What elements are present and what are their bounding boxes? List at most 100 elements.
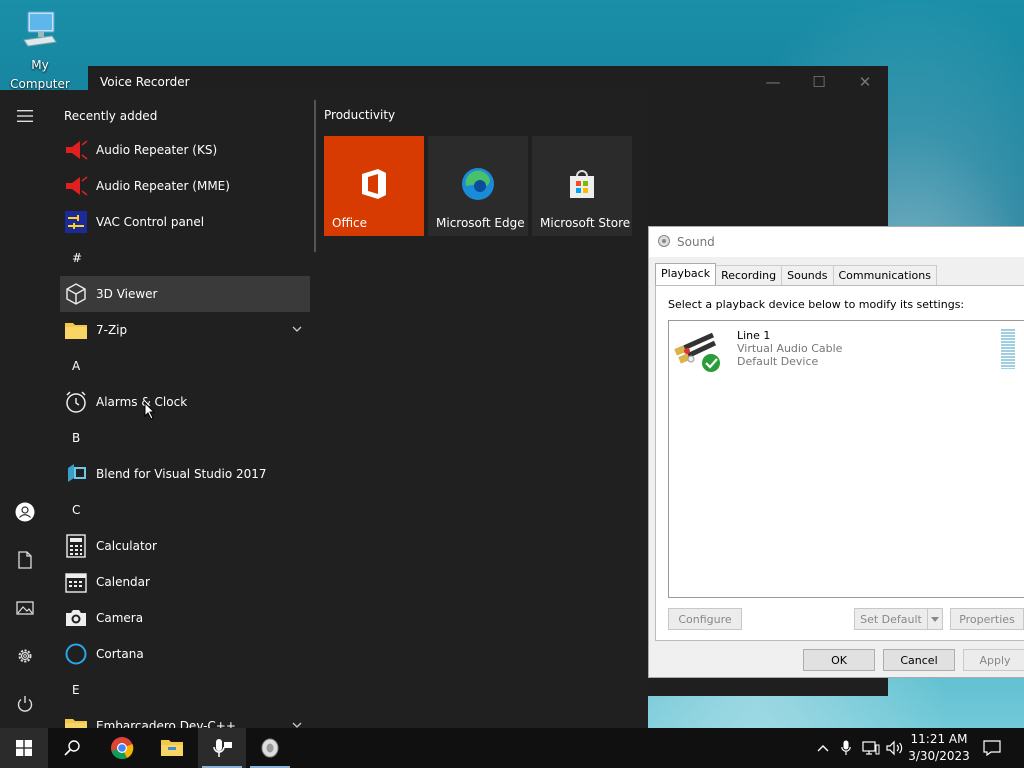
app-blend-visual-studio[interactable]: Blend for Visual Studio 2017 xyxy=(60,456,310,492)
camera-icon xyxy=(64,606,88,630)
taskbar-clock[interactable]: 11:21 AM 3/30/2023 xyxy=(900,731,978,765)
app-camera[interactable]: Camera xyxy=(60,600,310,636)
minimize-button[interactable]: — xyxy=(750,66,796,98)
app-label: Alarms & Clock xyxy=(96,395,188,409)
app-vac-control-panel[interactable]: VAC Control panel xyxy=(60,204,310,240)
set-default-dropdown[interactable] xyxy=(927,608,943,630)
app-3d-viewer[interactable]: 3D Viewer xyxy=(60,276,310,312)
cancel-button[interactable]: Cancel xyxy=(883,649,955,671)
power-button[interactable] xyxy=(0,684,50,724)
settings-button[interactable] xyxy=(0,636,50,676)
tile-label: Microsoft Store xyxy=(540,216,631,230)
tab-playback[interactable]: Playback xyxy=(655,263,717,285)
user-icon xyxy=(15,502,35,522)
pictures-button[interactable] xyxy=(0,588,50,628)
folder-icon xyxy=(64,714,88,728)
taskbar-chrome[interactable] xyxy=(98,728,146,768)
sound-tabs: Playback Recording Sounds Communications xyxy=(655,263,937,287)
clock-date: 3/30/2023 xyxy=(908,749,970,763)
desktop-icon-my-computer[interactable]: My Computer xyxy=(0,6,80,92)
calculator-icon xyxy=(64,534,88,558)
app-audio-repeater-mme[interactable]: Audio Repeater (MME) xyxy=(60,168,310,204)
audio-cable-icon xyxy=(673,329,725,375)
sound-dialog[interactable]: Sound Playback Recording Sounds Communic… xyxy=(648,226,1024,678)
taskbar: 11:21 AM 3/30/2023 xyxy=(0,728,1024,768)
picture-icon xyxy=(16,601,34,615)
tiles-group-title[interactable]: Productivity xyxy=(324,108,395,122)
speaker-red-icon xyxy=(64,138,88,162)
close-button[interactable]: ✕ xyxy=(842,66,888,98)
tile-label: Microsoft Edge xyxy=(436,216,525,230)
hamburger-menu-button[interactable] xyxy=(0,96,50,136)
action-center-button[interactable] xyxy=(978,728,1006,768)
office-icon xyxy=(356,166,392,202)
chevron-down-icon[interactable] xyxy=(292,322,302,335)
taskbar-voice-recorder[interactable] xyxy=(198,728,246,768)
device-name: Line 1 xyxy=(737,329,771,342)
device-driver: Virtual Audio Cable xyxy=(737,342,843,355)
app-7zip[interactable]: 7-Zip xyxy=(60,312,310,348)
alarm-clock-icon xyxy=(64,390,88,414)
app-calculator[interactable]: Calculator xyxy=(60,528,310,564)
cube-icon xyxy=(64,282,88,306)
properties-button[interactable]: Properties xyxy=(950,608,1024,630)
maximize-button[interactable]: ☐ xyxy=(796,66,842,98)
taskbar-sound[interactable] xyxy=(246,728,294,768)
vac-panel-icon xyxy=(64,210,88,234)
windows-logo-icon xyxy=(16,740,32,756)
sound-app-icon xyxy=(657,234,671,251)
app-embarcadero-dev-cpp[interactable]: Embarcadero Dev-C++ xyxy=(60,708,310,728)
set-default-button[interactable]: Set Default xyxy=(854,608,928,630)
notification-icon xyxy=(983,740,1001,756)
app-label: Audio Repeater (MME) xyxy=(96,179,230,193)
taskbar-file-explorer[interactable] xyxy=(148,728,196,768)
sound-settings-icon xyxy=(261,738,279,758)
tile-microsoft-store[interactable]: Microsoft Store xyxy=(532,136,632,236)
tray-network[interactable] xyxy=(860,728,882,768)
tab-communications[interactable]: Communications xyxy=(832,265,937,287)
app-list[interactable]: Recently added Audio Repeater (KS) Audio… xyxy=(60,90,310,728)
store-bag-icon xyxy=(564,166,600,202)
tile-office[interactable]: Office xyxy=(324,136,424,236)
dialog-title: Sound xyxy=(677,235,715,249)
group-letter-hash[interactable]: # xyxy=(60,240,310,276)
start-menu: Recently added Audio Repeater (KS) Audio… xyxy=(0,90,648,728)
show-hidden-icons-button[interactable] xyxy=(812,728,834,768)
group-letter-c[interactable]: C xyxy=(60,492,310,528)
group-letter-b[interactable]: B xyxy=(60,420,310,456)
apply-button[interactable]: Apply xyxy=(963,649,1024,671)
app-alarms-clock[interactable]: Alarms & Clock xyxy=(60,384,310,420)
ok-button[interactable]: OK xyxy=(803,649,875,671)
configure-button[interactable]: Configure xyxy=(668,608,742,630)
device-status: Default Device xyxy=(737,355,819,368)
device-line-1[interactable]: Line 1 Virtual Audio Cable Default Devic… xyxy=(673,329,842,375)
app-label: Cortana xyxy=(96,647,144,661)
tile-microsoft-edge[interactable]: Microsoft Edge xyxy=(428,136,528,236)
app-label: VAC Control panel xyxy=(96,215,205,229)
tray-microphone[interactable] xyxy=(836,728,856,768)
tile-label: Office xyxy=(332,216,368,230)
user-account-button[interactable] xyxy=(0,492,50,532)
search-button[interactable] xyxy=(48,728,96,768)
desktop-icon-label: My Computer xyxy=(10,58,70,91)
level-meter xyxy=(1001,329,1015,369)
tab-recording[interactable]: Recording xyxy=(715,265,783,287)
app-audio-repeater-ks[interactable]: Audio Repeater (KS) xyxy=(60,132,310,168)
power-icon xyxy=(17,696,33,712)
hamburger-icon xyxy=(17,110,33,122)
edge-icon xyxy=(460,166,496,202)
group-letter-a[interactable]: A xyxy=(60,348,310,384)
group-letter-e[interactable]: E xyxy=(60,672,310,708)
scrollbar-divider[interactable] xyxy=(314,100,316,252)
start-button[interactable] xyxy=(0,728,48,768)
tab-sounds[interactable]: Sounds xyxy=(781,265,834,287)
sound-titlebar[interactable]: Sound xyxy=(649,227,1024,257)
blend-icon xyxy=(64,462,88,486)
computer-icon xyxy=(22,10,58,52)
documents-button[interactable] xyxy=(0,540,50,580)
playback-device-list[interactable]: Line 1 Virtual Audio Cable Default Devic… xyxy=(668,320,1024,598)
app-calendar[interactable]: Calendar xyxy=(60,564,310,600)
cortana-icon xyxy=(64,642,88,666)
chevron-down-icon[interactable] xyxy=(292,718,302,728)
app-cortana[interactable]: Cortana xyxy=(60,636,310,672)
